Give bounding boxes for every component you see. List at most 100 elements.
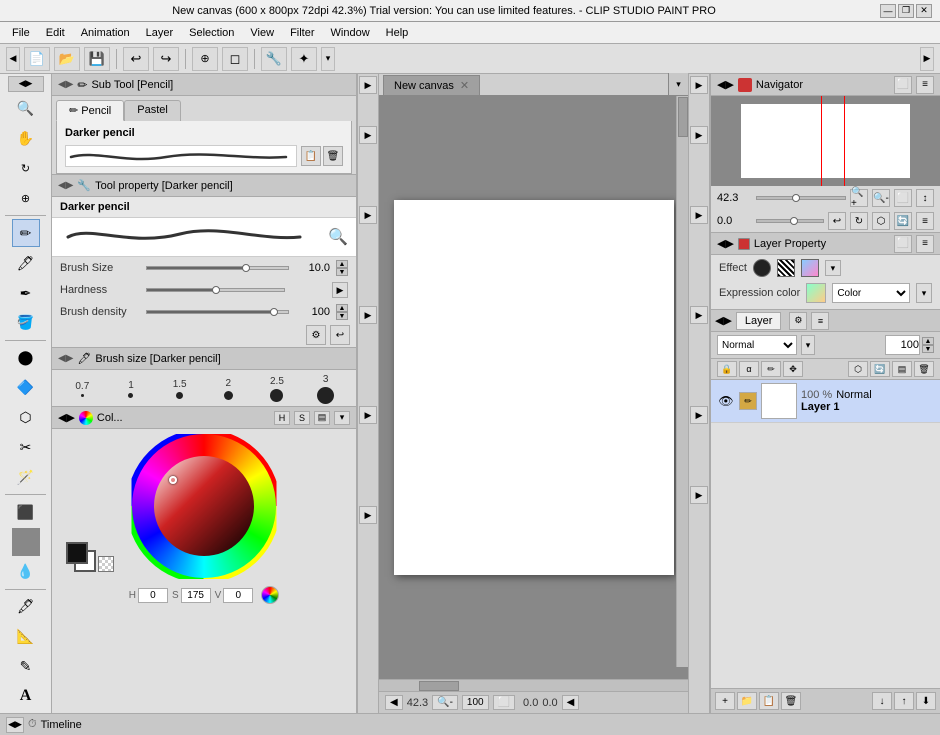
- canvas-left-expand[interactable]: ◀: [385, 695, 403, 710]
- menu-item-filter[interactable]: Filter: [282, 25, 322, 41]
- effect-btn-black[interactable]: [753, 259, 771, 277]
- menu-item-edit[interactable]: Edit: [38, 25, 73, 41]
- effect-select-arrow[interactable]: ▾: [825, 260, 841, 276]
- selection-button[interactable]: ◻: [222, 47, 248, 71]
- toolbar-expand-right[interactable]: ▾: [321, 47, 335, 71]
- brush-size-up[interactable]: ▲: [336, 260, 348, 268]
- pen-tool-button[interactable]: 🖋: [12, 593, 40, 621]
- lasso-tool-button[interactable]: ✂: [12, 433, 40, 461]
- layer-prop-collapse[interactable]: ◀▶: [717, 237, 734, 250]
- brush-delete-button[interactable]: 🗑: [323, 146, 343, 166]
- panel-toggle-1[interactable]: ▶: [359, 76, 377, 94]
- layer-copy-btn[interactable]: 📋: [759, 692, 779, 710]
- rotate-tool-button[interactable]: ↻: [12, 155, 40, 183]
- panel-toggle-6[interactable]: ▶: [359, 506, 377, 524]
- brush-tool-button[interactable]: 🖊: [12, 249, 40, 277]
- brush-size-item-1[interactable]: 1: [117, 380, 145, 398]
- layer-opacity-input[interactable]: [885, 335, 920, 355]
- brush-size-item-15[interactable]: 1.5: [166, 379, 194, 399]
- color-picker-icon[interactable]: [261, 586, 279, 604]
- canvas-right-expand[interactable]: ◀: [562, 695, 580, 710]
- shape-tool-button[interactable]: ⬤: [12, 344, 40, 372]
- tool-settings-icon[interactable]: ⚙: [306, 325, 326, 345]
- layer-panel-icon1[interactable]: ⚙: [789, 312, 807, 330]
- layer-panel-collapse[interactable]: ◀▶: [715, 314, 732, 327]
- canvas-tab-close[interactable]: ✕: [460, 79, 469, 92]
- color-more-btn[interactable]: ▾: [334, 411, 350, 425]
- layer-extra-btn2[interactable]: 🔄: [870, 361, 890, 377]
- layer-lock-all-btn[interactable]: 🔒: [717, 361, 737, 377]
- timeline-collapse[interactable]: ◀▶: [6, 717, 24, 733]
- brush-size-item-25[interactable]: 2.5: [263, 376, 291, 402]
- canvas-tab-new-canvas[interactable]: New canvas ✕: [383, 75, 480, 95]
- right-nav-btn-6[interactable]: ▶: [690, 486, 708, 504]
- effect-btn-pattern[interactable]: [777, 259, 795, 277]
- layer-lock-draw-btn[interactable]: ✏: [761, 361, 781, 377]
- nav-preview[interactable]: [711, 96, 940, 186]
- left-toolbar-collapse[interactable]: ◀▶: [8, 76, 44, 92]
- transform2-button[interactable]: ✦: [291, 47, 317, 71]
- brush-size-item-3[interactable]: 3: [312, 374, 340, 404]
- tab-pastel[interactable]: Pastel: [124, 100, 181, 121]
- toolbar-collapse-left[interactable]: ◀: [6, 47, 20, 71]
- minimize-button[interactable]: —: [880, 4, 896, 18]
- density-down[interactable]: ▼: [336, 312, 348, 320]
- gradient-tool-button[interactable]: [12, 528, 40, 556]
- layer-tab-active[interactable]: Layer: [736, 312, 782, 330]
- close-button[interactable]: ✕: [916, 4, 932, 18]
- eraser-tool-button[interactable]: ✒: [12, 279, 40, 307]
- s-input[interactable]: [181, 588, 211, 603]
- layer-add-btn[interactable]: +: [715, 692, 735, 710]
- layer-prop-more-btn[interactable]: ≡: [916, 235, 934, 253]
- menu-item-help[interactable]: Help: [378, 25, 417, 41]
- color-wheel-outer[interactable]: [132, 434, 276, 578]
- expr-color-dropdown[interactable]: ▾: [916, 283, 932, 303]
- layer-edit-indicator[interactable]: ✏: [739, 392, 757, 410]
- color-mode-icon1[interactable]: H: [274, 411, 290, 425]
- right-nav-btn-5[interactable]: ▶: [690, 406, 708, 424]
- pencil-tool-button[interactable]: ✏: [12, 219, 40, 247]
- hand-tool-button[interactable]: ✋: [12, 125, 40, 153]
- open-file-button[interactable]: 📂: [54, 47, 80, 71]
- layer-lock-alpha-btn[interactable]: α: [739, 361, 759, 377]
- redo-button[interactable]: ↪: [153, 47, 179, 71]
- restore-button[interactable]: ❐: [898, 4, 914, 18]
- zoom-tool-button[interactable]: 🔍: [12, 95, 40, 123]
- color-pick-tool-button[interactable]: 💧: [12, 558, 40, 586]
- panel-toggle-2[interactable]: ▶: [359, 126, 377, 144]
- undo-button[interactable]: ↩: [123, 47, 149, 71]
- transform-button[interactable]: ⊕: [192, 47, 218, 71]
- layer-merge-btn[interactable]: ⬇: [916, 692, 936, 710]
- nav-flip-btn[interactable]: ⬡: [872, 212, 890, 230]
- right-nav-btn-3[interactable]: ▶: [690, 206, 708, 224]
- canvas-zoom-out-btn[interactable]: 🔍-: [432, 695, 458, 710]
- layer-delete-btn[interactable]: 🗑: [781, 692, 801, 710]
- text-tool-button[interactable]: ⬛: [12, 498, 40, 526]
- h-input[interactable]: [138, 588, 168, 603]
- brush-size-down[interactable]: ▼: [336, 268, 348, 276]
- v-input[interactable]: [223, 588, 253, 603]
- hardness-expand[interactable]: ▶: [332, 282, 348, 298]
- transparent-swatch[interactable]: [98, 556, 114, 572]
- right-nav-btn-2[interactable]: ▶: [690, 126, 708, 144]
- layer-blend-mode-select[interactable]: Normal: [717, 335, 797, 355]
- navigator-collapse[interactable]: ◀▶: [717, 78, 734, 91]
- canvas-scroll-y[interactable]: [676, 96, 688, 667]
- settings-button[interactable]: 🔧: [261, 47, 287, 71]
- layer-lock-pos-btn[interactable]: ✥: [783, 361, 803, 377]
- brush-copy-button[interactable]: 📋: [301, 146, 321, 166]
- layer-extra-btn4[interactable]: 🗑: [914, 361, 934, 377]
- nav-zoom-fit-btn2[interactable]: ⬜: [894, 189, 912, 207]
- vector-tool-button[interactable]: 🔷: [12, 374, 40, 402]
- menu-item-layer[interactable]: Layer: [138, 25, 182, 41]
- nav-more-btn[interactable]: ≡: [916, 76, 934, 94]
- brush-size-collapse[interactable]: ◀▶: [58, 353, 73, 364]
- fill-tool-button[interactable]: 🪣: [12, 309, 40, 337]
- sub-tool-collapse-icon[interactable]: ◀▶: [58, 79, 73, 90]
- new-file-button[interactable]: 📄: [24, 47, 50, 71]
- nav-zoom-in-btn[interactable]: 🔍+: [850, 189, 868, 207]
- brush-size-slider[interactable]: [146, 266, 289, 270]
- canvas-zoom-100-btn[interactable]: 100: [462, 695, 489, 710]
- nav-rotate-btn[interactable]: ↕: [916, 189, 934, 207]
- magic-wand-button[interactable]: 🪄: [12, 463, 40, 491]
